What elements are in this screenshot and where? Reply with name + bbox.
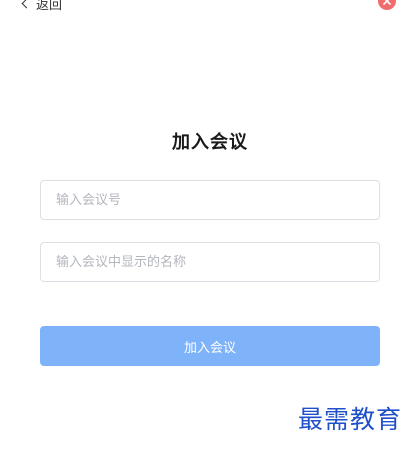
page-title: 加入会议 xyxy=(172,132,248,153)
top-bar: 返回 xyxy=(0,0,420,14)
join-meeting-window: 返回 加入会议 加入会议 最需教育 xyxy=(0,0,420,449)
chevron-left-icon xyxy=(21,0,32,8)
display-name-input[interactable] xyxy=(40,242,380,282)
join-meeting-button[interactable]: 加入会议 xyxy=(40,326,380,366)
back-button[interactable]: 返回 xyxy=(20,0,63,13)
close-icon xyxy=(383,0,391,5)
close-button[interactable] xyxy=(378,0,396,10)
watermark-logo: 最需教育 xyxy=(298,405,403,434)
back-label: 返回 xyxy=(36,0,63,13)
meeting-id-input[interactable] xyxy=(40,180,380,220)
